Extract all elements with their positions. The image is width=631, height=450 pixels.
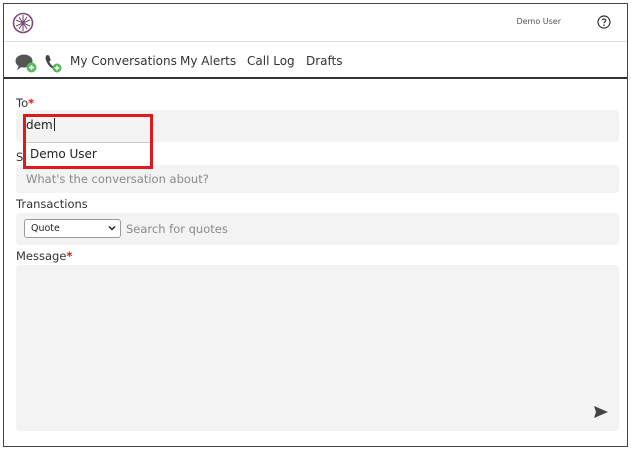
subject-placeholder: What's the conversation about? <box>26 172 209 186</box>
to-label-text: To <box>16 96 29 110</box>
nav-call-log[interactable]: Call Log <box>247 54 295 68</box>
phone-add-icon[interactable] <box>44 53 62 73</box>
nav-drafts[interactable]: Drafts <box>306 54 343 68</box>
send-icon[interactable] <box>593 405 609 419</box>
user-name[interactable]: Demo User <box>516 17 561 26</box>
highlight-box <box>23 114 153 169</box>
quote-search-input[interactable]: Search for quotes <box>126 222 228 236</box>
subject-field[interactable]: What's the conversation about? <box>16 165 619 193</box>
transaction-type-value: Quote <box>31 223 60 234</box>
required-mark: * <box>28 96 35 110</box>
logo-icon[interactable] <box>12 12 34 34</box>
transactions-label: Transactions <box>16 197 88 211</box>
message-label-text: Message <box>16 249 67 263</box>
transactions-field: Quote Search for quotes <box>16 213 619 245</box>
transaction-type-select[interactable]: Quote <box>24 219 121 238</box>
required-mark: * <box>66 249 73 263</box>
help-icon[interactable] <box>597 15 611 29</box>
message-textarea[interactable] <box>16 265 619 431</box>
nav-bar: My Conversations My Alerts Call Log Draf… <box>4 43 627 79</box>
message-label: Message* <box>16 249 72 263</box>
nav-my-conversations[interactable]: My Conversations <box>70 54 177 68</box>
chat-add-icon[interactable] <box>15 53 37 73</box>
to-label: To* <box>16 96 34 110</box>
top-bar: Demo User <box>4 4 627 42</box>
app-window: Demo User My Conversations My Alerts Cal… <box>3 3 628 447</box>
chevron-down-icon <box>108 225 116 231</box>
nav-my-alerts[interactable]: My Alerts <box>180 54 236 68</box>
